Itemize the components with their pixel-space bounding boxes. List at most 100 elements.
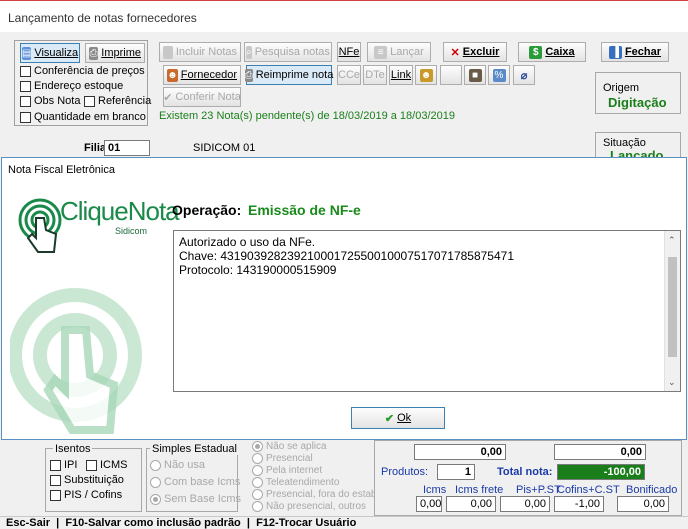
cash-icon: $: [529, 45, 543, 59]
radio[interactable]: [252, 501, 263, 512]
total-field-1: 0,00: [414, 444, 506, 460]
radio-teleatendimento[interactable]: Teleatendimento: [252, 477, 339, 488]
checkmark-icon: ✔: [163, 91, 173, 104]
message-line: Autorizado o uso da NFe.: [179, 235, 316, 249]
check-pis-cofins[interactable]: PIS / Cofins: [50, 489, 122, 501]
checkbox[interactable]: [84, 95, 95, 107]
total-nota-label: Total nota:: [497, 466, 553, 478]
radio-sem-base-icms[interactable]: Sem Base Icms: [150, 493, 241, 505]
message-textarea[interactable]: Autorizado o uso da NFe. Chave: 43190392…: [173, 230, 681, 392]
checkbox[interactable]: [20, 80, 31, 92]
situacao-label: Situação: [603, 137, 646, 149]
col-icms-frete: Icms frete: [455, 484, 504, 496]
radio[interactable]: [150, 476, 161, 488]
document-icon: ▤: [21, 46, 32, 60]
new-document-icon: [163, 45, 173, 59]
check-icms[interactable]: ICMS: [86, 459, 128, 471]
excluir-button[interactable]: ✕ Excluir: [443, 42, 507, 62]
paperclip-icon: ⌀: [520, 69, 528, 82]
list-icon: ≡: [374, 45, 388, 59]
exit-door-icon: ▐: [608, 45, 622, 59]
dte-button[interactable]: DTe: [363, 65, 387, 85]
radio[interactable]: [252, 453, 263, 464]
col-bonificado: Bonificado: [626, 484, 678, 496]
reimprime-nota-button[interactable]: ⎙ Reimprime nota: [244, 65, 333, 85]
checkbox[interactable]: [50, 474, 61, 486]
delete-x-icon: ✕: [450, 46, 460, 59]
scroll-thumb[interactable]: [668, 257, 677, 357]
caixa-button[interactable]: $ Caixa: [518, 42, 586, 62]
radio[interactable]: [252, 477, 263, 488]
conferir-nota-button[interactable]: ✔ Conferir Nota: [163, 87, 241, 107]
imprime-button[interactable]: ⎙ Imprime: [85, 43, 145, 63]
percent-button[interactable]: %: [488, 65, 510, 85]
check-conferencia-precos[interactable]: Conferência de preços: [20, 65, 145, 77]
checkbox[interactable]: [20, 65, 31, 77]
box-button[interactable]: ■: [464, 65, 486, 85]
radio-pela-internet[interactable]: Pela internet: [252, 465, 322, 476]
radio-nao-se-aplica[interactable]: Não se aplica: [252, 441, 327, 452]
origem-value: Digitação: [608, 95, 667, 110]
radio-selected[interactable]: [252, 441, 263, 452]
status-bar: Esc-Sair | F10-Salvar como inclusão padr…: [0, 516, 688, 529]
message-line: Protocolo: 143190000515909: [179, 263, 337, 277]
check-endereco-estoque[interactable]: Endereço estoque: [20, 80, 123, 92]
visualiza-button[interactable]: ▤ Visualiza: [20, 43, 80, 63]
value-cofins-cst: -1,00: [554, 496, 604, 512]
radio-selected[interactable]: [150, 493, 161, 505]
origem-label: Origem: [603, 82, 640, 94]
checkbox[interactable]: [20, 111, 31, 123]
col-pis-pst: Pis+P.ST: [516, 484, 561, 496]
fechar-button[interactable]: ▐ Fechar: [601, 42, 669, 62]
value-icms: 0,00: [416, 496, 442, 512]
pesquisa-notas-button[interactable]: ⌕ Pesquisa notas: [244, 42, 332, 62]
value-bonificado: 0,00: [617, 496, 669, 512]
link-button[interactable]: Link: [389, 65, 413, 85]
check-referencia[interactable]: Referência: [84, 95, 151, 107]
checkbox[interactable]: [20, 95, 31, 107]
simples-title: Simples Estadual: [150, 443, 239, 455]
check-obs-nota[interactable]: Obs Nota: [20, 95, 80, 107]
check-icon: ✔: [384, 412, 395, 425]
situacao-value: Lançado: [610, 149, 664, 157]
check-quantidade-branco[interactable]: Quantidade em branco: [20, 111, 146, 123]
radio-presencial-fora[interactable]: Presencial, fora do estabel: [252, 489, 384, 500]
check-ipi[interactable]: IPI: [50, 459, 77, 471]
filial-code-field[interactable]: 01: [104, 140, 150, 156]
radio[interactable]: [150, 459, 161, 471]
dialog-title: Nota Fiscal Eletrônica: [8, 164, 115, 176]
radio-nao-usa[interactable]: Não usa: [150, 459, 205, 471]
incluir-notas-button[interactable]: Incluir Notas: [159, 42, 241, 62]
blank-button[interactable]: [440, 65, 462, 85]
total-nota-value: -100,00: [557, 464, 645, 480]
radio-com-base-icms[interactable]: Com base Icms: [150, 476, 240, 488]
cce-button[interactable]: CCe: [337, 65, 361, 85]
users-button[interactable]: ☻: [415, 65, 437, 85]
ok-button[interactable]: ✔ Ok: [351, 407, 445, 429]
radio-presencial[interactable]: Presencial: [252, 453, 313, 464]
filial-name: SIDICOM 01: [193, 142, 256, 154]
isentos-title: Isentos: [53, 443, 93, 455]
checkbox[interactable]: [86, 459, 97, 471]
radio[interactable]: [252, 489, 263, 500]
col-icms: Icms: [423, 484, 447, 496]
message-line: Chave: 431903928239210001725500100075170…: [179, 249, 515, 263]
radio-nao-presencial-outros[interactable]: Não presencial, outros: [252, 501, 366, 512]
checkbox[interactable]: [50, 459, 61, 471]
check-substituicao[interactable]: Substituição: [50, 474, 124, 486]
radio[interactable]: [252, 465, 263, 476]
fornecedor-button[interactable]: ☻ Fornecedor: [163, 65, 241, 85]
printer-icon: ⎙: [89, 46, 99, 60]
search-icon: ⌕: [246, 45, 252, 59]
scroll-up-icon[interactable]: ⌃: [668, 233, 676, 247]
nfe-button[interactable]: NFe: [337, 42, 361, 62]
package-icon: ■: [468, 68, 482, 82]
lancar-button[interactable]: ≡ Lançar: [367, 42, 431, 62]
total-field-2: 0,00: [554, 444, 646, 460]
textarea-scrollbar[interactable]: ⌃ ⌄: [664, 231, 680, 391]
attachment-button[interactable]: ⌀: [513, 65, 535, 85]
scroll-down-icon[interactable]: ⌄: [668, 375, 676, 389]
checkbox[interactable]: [50, 489, 61, 501]
person-icon: ☻: [167, 68, 178, 82]
logo-subtext: Sidicom: [115, 226, 148, 236]
